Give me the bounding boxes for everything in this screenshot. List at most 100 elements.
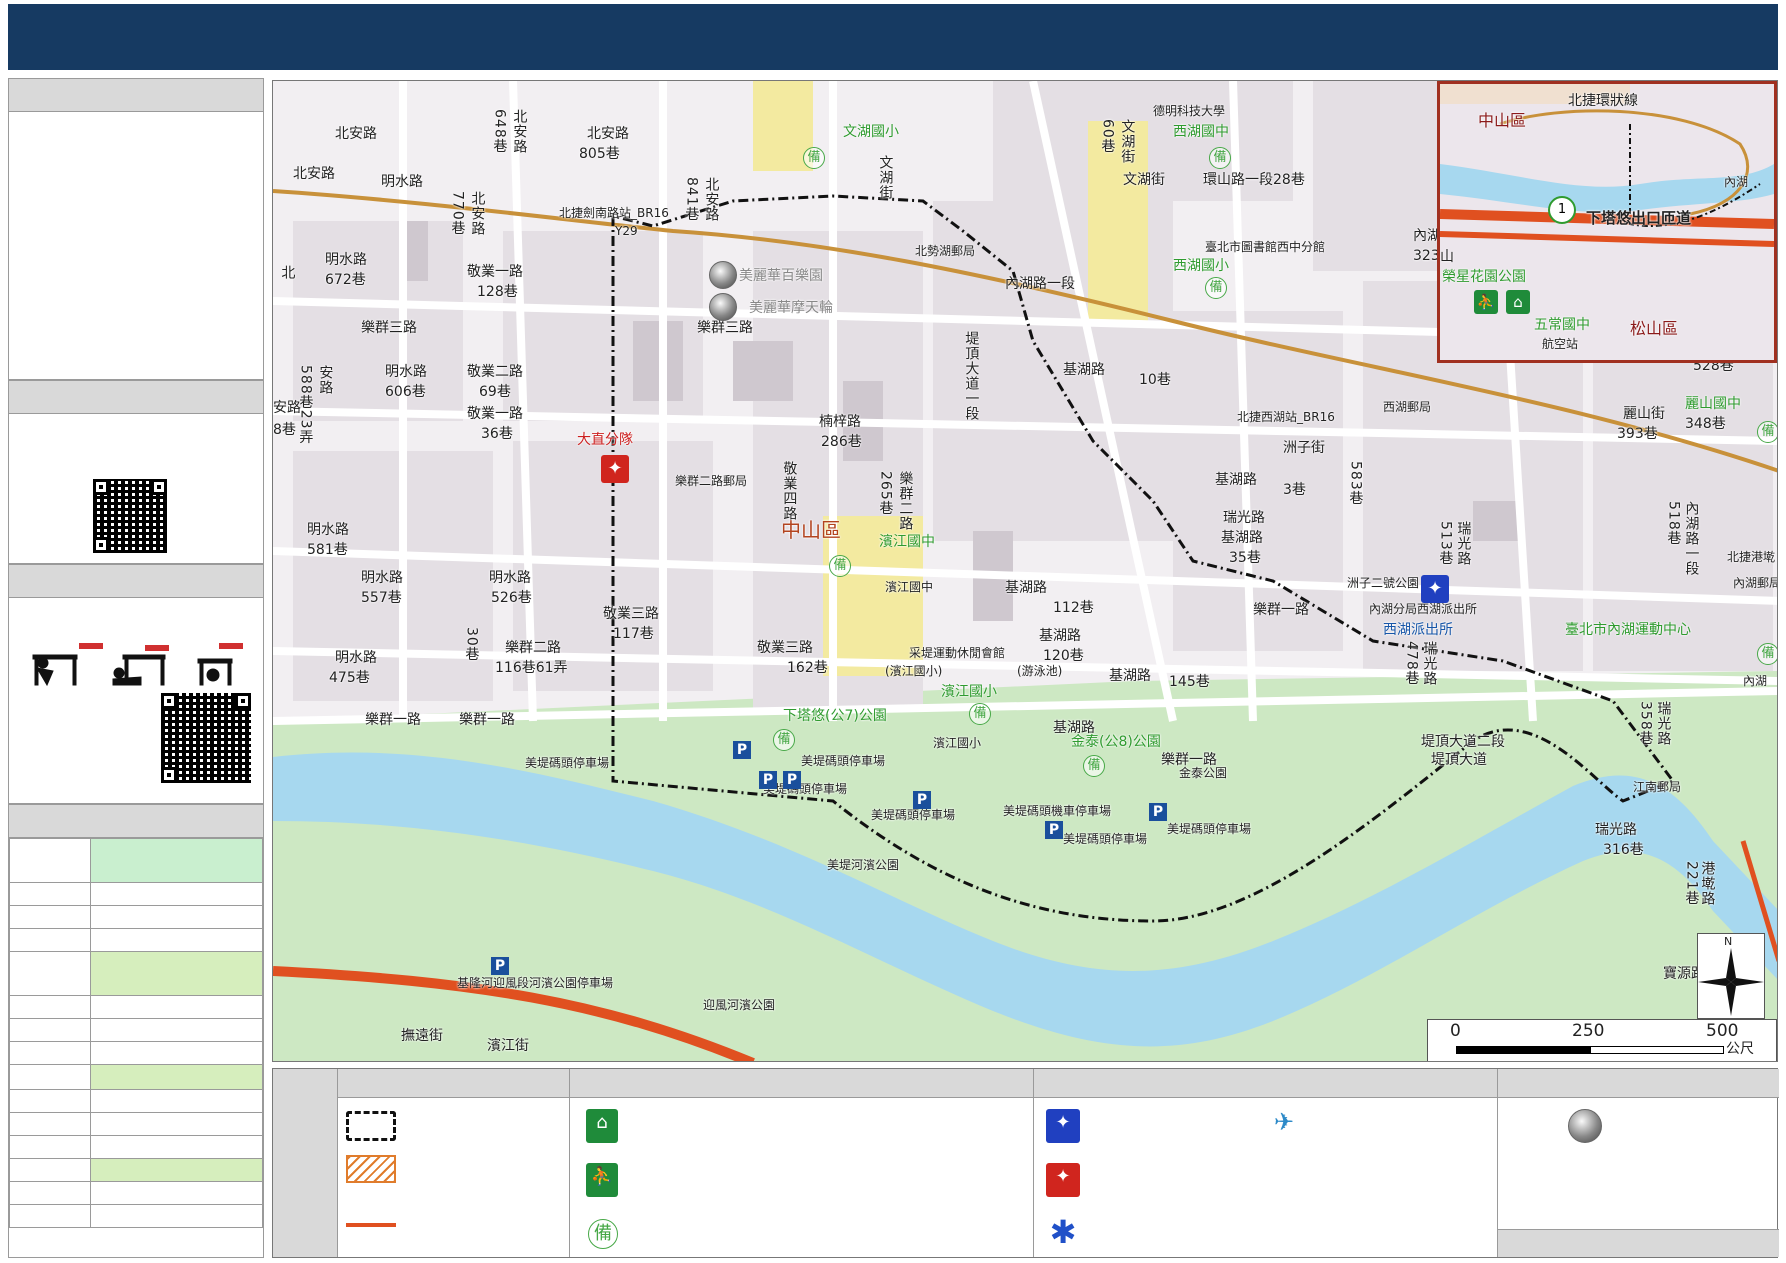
backup-icon[interactable]: 備 (829, 555, 851, 577)
table-row (9, 1112, 91, 1136)
facility-label: 采堤運動休閒會館 (909, 646, 1006, 660)
road-label: 瑞光路 (1455, 521, 1472, 566)
legend-col-shelters: ⌂ ⛹ 備 (569, 1069, 1033, 1257)
backup-icon[interactable]: 備 (1083, 755, 1105, 777)
north-label: N (1724, 935, 1733, 948)
road-label: 北安路 (335, 126, 377, 142)
road-label: 35巷 (1229, 550, 1261, 566)
road-label: 文湖街 (1123, 172, 1165, 188)
info-panel (8, 78, 264, 380)
park-label: 洲子二號公園 (1347, 576, 1420, 590)
road-label: 805巷 (579, 146, 620, 162)
police-icon (1046, 1109, 1080, 1143)
inset-map[interactable]: 中山區 北捷環狀線 內湖 下塔悠出口匝道 1 榮星花園公園 ⛹ ⌂ 五常國中 松… (1437, 81, 1777, 363)
library-label: 臺北市圖書館西中分館 (1205, 240, 1326, 254)
park-label: 美堤河濱公園 (827, 858, 900, 872)
parking-icon[interactable]: P (733, 741, 751, 759)
parking-icon[interactable]: P (1045, 821, 1063, 839)
road-label: 128巷 (477, 284, 518, 300)
legend-col-services: ✱ ✈ (1033, 1069, 1497, 1257)
police-label: 內湖分局西湖派出所 (1369, 602, 1478, 616)
backup-icon[interactable]: 備 (1757, 421, 1777, 443)
parking-icon[interactable]: P (759, 771, 777, 789)
inset-metro-label: 北捷環狀線 (1568, 93, 1638, 109)
scale-segment (1456, 1046, 1590, 1054)
table-cell (90, 1204, 263, 1228)
road-label: 112巷 (1053, 600, 1094, 616)
metro-code-label: Y29 (615, 224, 638, 238)
metro-station-label: 北捷劍南路站_BR16 (559, 206, 669, 220)
parking-icon[interactable]: P (1149, 803, 1167, 821)
road-label: 安路 (317, 365, 334, 395)
legend-col-boundary (337, 1069, 569, 1257)
table-cell (90, 882, 263, 906)
road-label: 瑞光路 (1223, 510, 1265, 526)
parking-icon[interactable]: P (783, 771, 801, 789)
map-view[interactable]: 中山區 北安路 明水路 北安路 北安路 770巷 明水路 672巷 樂群三路 敬… (272, 80, 1778, 1062)
post-office-label: 西湖郵局 (1383, 400, 1432, 414)
road-label: 明水路 (361, 570, 403, 586)
road-label: 北安路 (587, 126, 629, 142)
road-label: 348巷 (1685, 416, 1726, 432)
backup-icon[interactable]: 備 (1209, 147, 1231, 169)
landmark-label: 美麗華百樂園 (739, 268, 823, 284)
road-label: 221巷 (1683, 861, 1700, 906)
road-label: 8巷 (273, 422, 296, 438)
table-row (9, 1204, 91, 1228)
evacuation-icon: ⛹ (586, 1163, 618, 1197)
landmark-icon[interactable] (709, 293, 737, 321)
table-row (9, 1158, 91, 1182)
road-label: 敬業一路 (467, 264, 523, 280)
road-label: 內湖路一段 (1005, 276, 1075, 292)
table-cell (90, 1064, 263, 1090)
shelter-table-panel (8, 804, 264, 1258)
road-label: 513巷 (1437, 521, 1454, 566)
school-label: 濱江國小 (941, 684, 997, 700)
road-label: 明水路 (335, 650, 377, 666)
road-label: 樂群三路 (361, 320, 417, 336)
backup-icon[interactable]: 備 (1205, 277, 1227, 299)
fire-station-icon[interactable] (601, 455, 629, 483)
school-label: 西湖國中 (1173, 124, 1229, 140)
safety-panel (8, 564, 264, 804)
post-office-label: 北勢湖郵局 (915, 244, 976, 258)
road-label: 393巷 (1617, 426, 1658, 442)
road-label: 安路 (273, 400, 301, 416)
backup-icon[interactable]: 備 (803, 147, 825, 169)
parking-icon[interactable]: P (913, 791, 931, 809)
road-label: 145巷 (1169, 674, 1210, 690)
road-label: 洲子街 (1283, 440, 1325, 456)
road-label: 樂群一路 (459, 712, 515, 728)
post-office-label: 樂群二路郵局 (675, 474, 748, 488)
backup-icon[interactable]: 備 (773, 729, 795, 751)
table-row (9, 951, 91, 996)
drop-cover-hold-illustration (32, 643, 243, 687)
safety-panel-header (9, 565, 263, 598)
road-label: 敬業四路 (781, 461, 798, 521)
backup-icon[interactable]: 備 (1757, 643, 1777, 665)
road-label: 敬業二路 (467, 364, 523, 380)
road-label: 敬業一路 (467, 406, 523, 422)
qr-code[interactable] (93, 479, 167, 553)
university-label: 德明科技大學 (1153, 104, 1226, 118)
road-label: 36巷 (481, 426, 513, 442)
landmark-icon[interactable] (709, 261, 737, 289)
road-label: 敬業三路 (603, 606, 659, 622)
park-label: 下塔悠(公7)公園 (783, 708, 887, 724)
shelter-icon[interactable]: ⌂ (1506, 290, 1530, 314)
parking-icon[interactable]: P (491, 957, 509, 975)
shelter-icon: ⌂ (586, 1109, 618, 1143)
fire-icon (1046, 1163, 1080, 1197)
facility-label: (濱江國小) (885, 664, 943, 678)
inset-park-label: 榮星花園公園 (1442, 269, 1526, 285)
backup-icon[interactable]: 備 (969, 703, 991, 725)
police-station-icon[interactable] (1421, 575, 1449, 603)
ambulance-icon: ✱ (1049, 1213, 1077, 1251)
road-label: 117巷 (613, 626, 654, 642)
road-label: 162巷 (787, 660, 828, 676)
safety-qr-code[interactable] (161, 693, 251, 783)
scale-segment (1590, 1046, 1724, 1054)
road-label: 樂群二路 (897, 471, 914, 531)
evacuation-icon[interactable]: ⛹ (1474, 290, 1498, 314)
road-label: 475巷 (329, 670, 370, 686)
